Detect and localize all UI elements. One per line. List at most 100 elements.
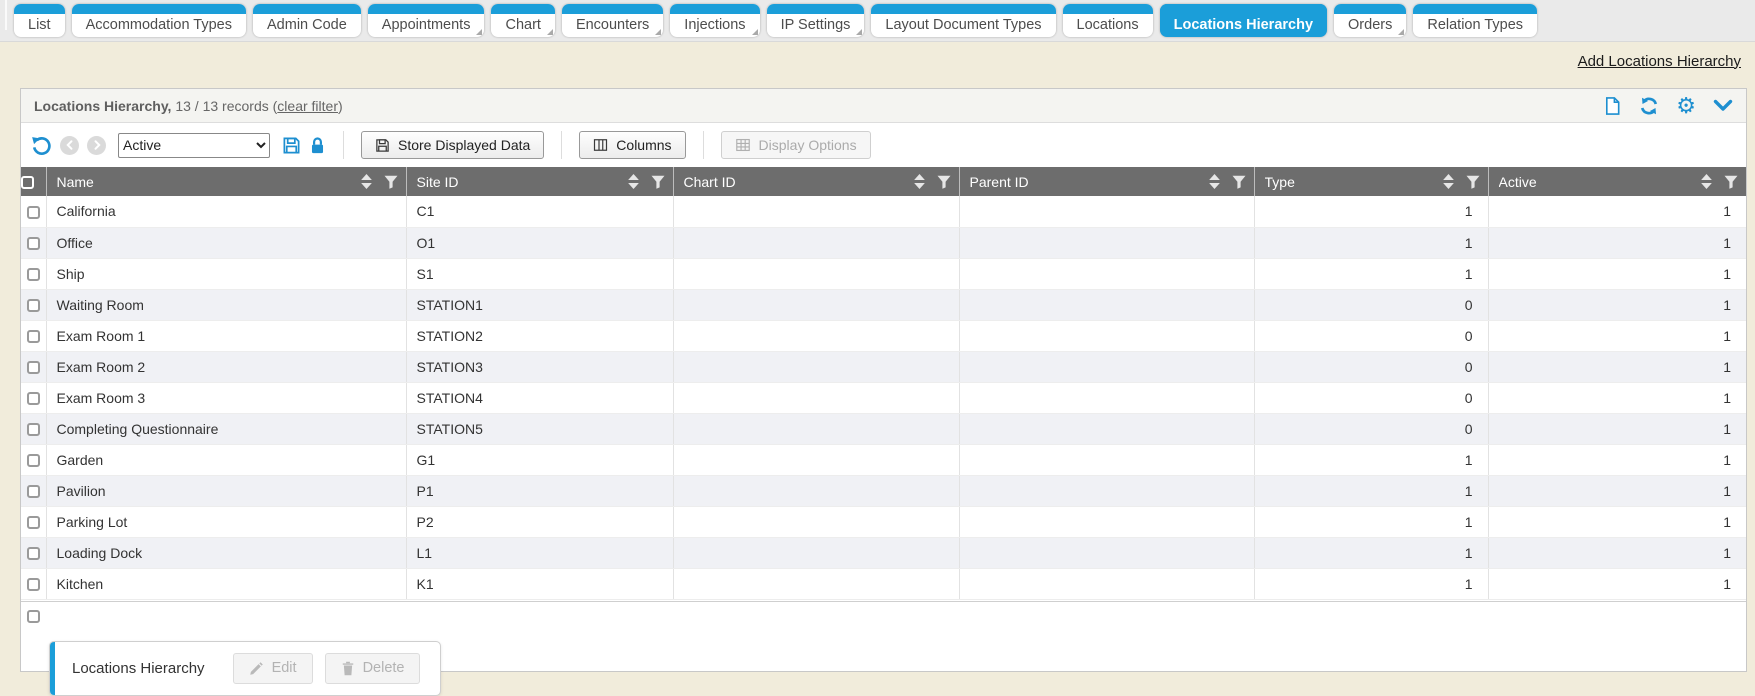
sort-icon[interactable] <box>914 174 925 189</box>
footer-select-all-checkbox[interactable] <box>27 610 40 623</box>
page-previous-button[interactable] <box>60 136 79 155</box>
column-header-active[interactable]: Active <box>1488 167 1746 196</box>
row-checkbox[interactable] <box>27 206 40 219</box>
row-checkbox-cell <box>21 227 46 258</box>
cell-chart-id <box>673 227 959 258</box>
sort-icon[interactable] <box>1209 174 1220 189</box>
new-record-icon[interactable] <box>1603 96 1622 116</box>
cell-chart-id <box>673 506 959 537</box>
clear-filter-link[interactable]: clear filter <box>277 98 338 114</box>
saved-filter-select[interactable]: Active <box>118 133 270 158</box>
lock-icon[interactable] <box>309 136 326 155</box>
row-checkbox[interactable] <box>27 423 40 436</box>
table-body: CaliforniaC111OfficeO111ShipS111Waiting … <box>21 196 1746 599</box>
cell-chart-id <box>673 537 959 568</box>
filter-funnel-icon[interactable] <box>937 175 951 189</box>
row-checkbox[interactable] <box>27 330 40 343</box>
tab-label: Appointments <box>368 14 485 37</box>
row-checkbox[interactable] <box>27 485 40 498</box>
row-checkbox[interactable] <box>27 361 40 374</box>
cell-type: 1 <box>1254 258 1488 289</box>
panel-footer: Locations Hierarchy Edit Delete <box>21 631 1746 696</box>
row-checkbox[interactable] <box>27 268 40 281</box>
cell-type: 1 <box>1254 537 1488 568</box>
column-header-type[interactable]: Type <box>1254 167 1488 196</box>
sort-icon[interactable] <box>1443 174 1454 189</box>
tab-accent-bar <box>670 4 759 14</box>
cell-active: 1 <box>1488 351 1746 382</box>
tab-locations-hierarchy[interactable]: Locations Hierarchy <box>1160 4 1327 37</box>
edit-button-label: Edit <box>272 660 297 676</box>
filter-funnel-icon[interactable] <box>1724 175 1738 189</box>
refresh-icon[interactable] <box>1639 96 1659 116</box>
tab-accent-bar <box>1160 4 1327 14</box>
cell-site-id: STATION1 <box>406 289 673 320</box>
display-options-button[interactable]: Display Options <box>721 131 871 159</box>
tab-accent-bar <box>871 4 1055 14</box>
toolbar-divider <box>561 131 562 159</box>
row-checkbox[interactable] <box>27 237 40 250</box>
tab-injections[interactable]: Injections <box>670 4 759 37</box>
cell-type: 0 <box>1254 351 1488 382</box>
tab-label: Locations <box>1063 14 1153 37</box>
tab-accent-bar <box>14 4 65 14</box>
cell-parent-id <box>959 444 1254 475</box>
row-checkbox-cell <box>21 320 46 351</box>
tab-chart[interactable]: Chart <box>491 4 554 37</box>
column-header-site-id[interactable]: Site ID <box>406 167 673 196</box>
cell-active: 1 <box>1488 537 1746 568</box>
cell-chart-id <box>673 320 959 351</box>
column-header-parent-id[interactable]: Parent ID <box>959 167 1254 196</box>
cell-site-id: L1 <box>406 537 673 568</box>
add-link-row: Add Locations Hierarchy <box>0 42 1755 80</box>
table-row: ShipS111 <box>21 258 1746 289</box>
row-checkbox[interactable] <box>27 299 40 312</box>
undo-icon[interactable] <box>31 135 52 156</box>
column-header-chart-id[interactable]: Chart ID <box>673 167 959 196</box>
store-displayed-data-button[interactable]: Store Displayed Data <box>361 131 544 159</box>
row-checkbox[interactable] <box>27 454 40 467</box>
tab-ip-settings[interactable]: IP Settings <box>767 4 865 37</box>
tab-orders[interactable]: Orders <box>1334 4 1406 37</box>
filter-funnel-icon[interactable] <box>1232 175 1246 189</box>
cell-chart-id <box>673 351 959 382</box>
collapse-chevron-icon[interactable] <box>1713 99 1733 113</box>
toolbar-divider <box>703 131 704 159</box>
cell-active: 1 <box>1488 475 1746 506</box>
tab-admin-code[interactable]: Admin Code <box>253 4 361 37</box>
page-next-button[interactable] <box>87 136 106 155</box>
filter-funnel-icon[interactable] <box>1466 175 1480 189</box>
sort-icon[interactable] <box>628 174 639 189</box>
filter-funnel-icon[interactable] <box>651 175 665 189</box>
tab-label: List <box>14 14 65 37</box>
row-checkbox-cell <box>21 382 46 413</box>
tab-accommodation-types[interactable]: Accommodation Types <box>72 4 246 37</box>
cell-active: 1 <box>1488 258 1746 289</box>
sort-icon[interactable] <box>361 174 372 189</box>
cell-site-id: C1 <box>406 196 673 227</box>
tab-appointments[interactable]: Appointments <box>368 4 485 37</box>
row-checkbox[interactable] <box>27 516 40 529</box>
edit-button[interactable]: Edit <box>233 653 313 684</box>
row-checkbox[interactable] <box>27 578 40 591</box>
tab-relation-types[interactable]: Relation Types <box>1413 4 1537 37</box>
tab-encounters[interactable]: Encounters <box>562 4 663 37</box>
settings-gear-icon[interactable]: ⚙ <box>1676 96 1696 116</box>
filter-funnel-icon[interactable] <box>384 175 398 189</box>
panel-title-text: Locations Hierarchy, <box>34 98 171 114</box>
add-locations-hierarchy-link[interactable]: Add Locations Hierarchy <box>1578 53 1741 70</box>
column-header-name[interactable]: Name <box>46 167 406 196</box>
sort-icon[interactable] <box>1701 174 1712 189</box>
columns-button[interactable]: Columns <box>579 131 685 159</box>
row-checkbox[interactable] <box>27 547 40 560</box>
delete-button[interactable]: Delete <box>325 653 421 684</box>
save-filter-icon[interactable] <box>282 136 301 155</box>
tab-locations[interactable]: Locations <box>1063 4 1153 37</box>
row-checkbox[interactable] <box>27 392 40 405</box>
tab-layout-document-types[interactable]: Layout Document Types <box>871 4 1055 37</box>
cell-parent-id <box>959 475 1254 506</box>
tab-list[interactable]: List <box>14 4 65 37</box>
select-all-checkbox[interactable] <box>21 176 34 189</box>
cell-parent-id <box>959 568 1254 599</box>
cell-chart-id <box>673 475 959 506</box>
